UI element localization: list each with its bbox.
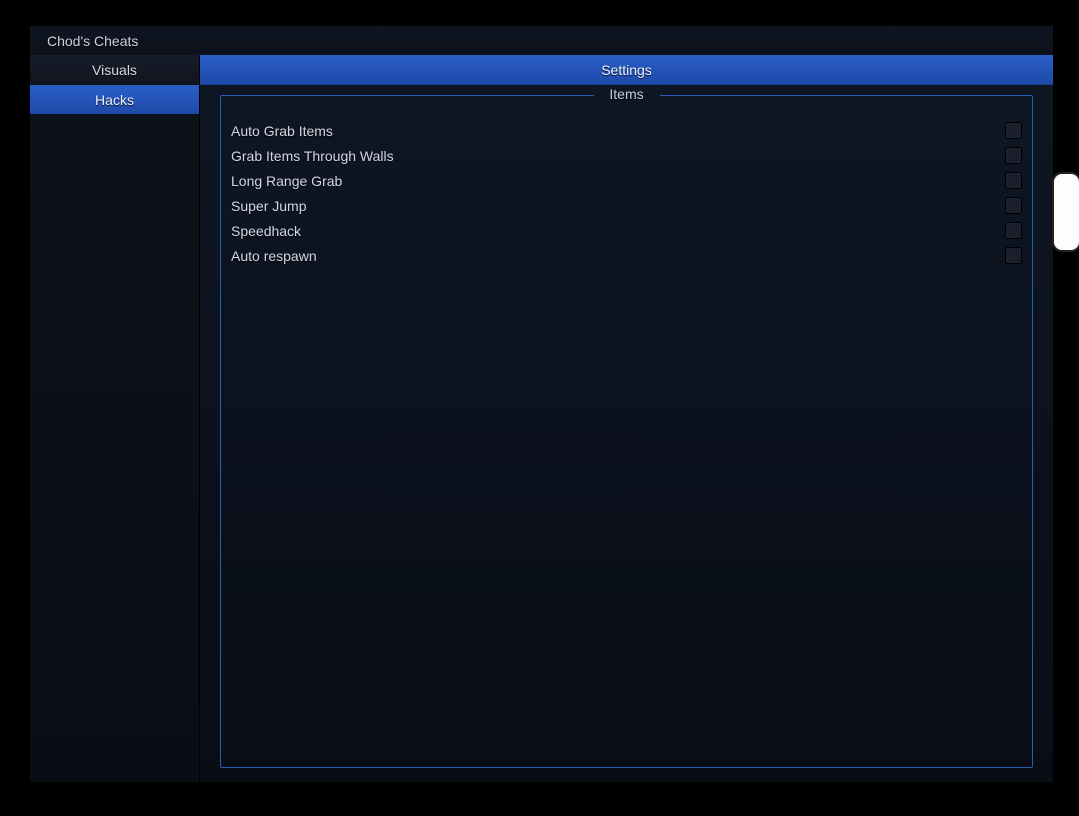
option-checkbox[interactable]: [1005, 247, 1022, 264]
option-checkbox[interactable]: [1005, 172, 1022, 189]
option-checkbox[interactable]: [1005, 197, 1022, 214]
sidebar-filler: [30, 114, 199, 782]
option-checkbox[interactable]: [1005, 147, 1022, 164]
panel-title: Settings: [601, 62, 652, 78]
option-row: Grab Items Through Walls: [231, 143, 1022, 168]
title-bar[interactable]: Chod's Cheats: [30, 26, 1053, 55]
option-checkbox[interactable]: [1005, 222, 1022, 239]
option-label: Auto Grab Items: [231, 123, 333, 139]
fieldset-legend-text: Items: [601, 86, 651, 102]
content-panel: Settings Items Auto Grab Items Grab Items…: [200, 55, 1053, 782]
options-list: Auto Grab Items Grab Items Through Walls L…: [231, 118, 1022, 268]
options-fieldset: Items Auto Grab ItemsGrab Items Through …: [220, 95, 1033, 768]
option-label: Grab Items Through Walls: [231, 148, 394, 164]
option-row: Auto Grab Items: [231, 118, 1022, 143]
option-label: Speedhack: [231, 223, 301, 239]
cheat-window: Chod's Cheats Visuals Hacks Settings Ite…: [30, 26, 1053, 782]
tab-label: Hacks: [95, 92, 134, 108]
option-row: Super Jump: [231, 193, 1022, 218]
sidebar: Visuals Hacks: [30, 55, 200, 782]
option-label: Long Range Grab: [231, 173, 342, 189]
tab-label: Visuals: [92, 62, 137, 78]
fieldset-legend: Items: [591, 86, 661, 102]
option-label: Auto respawn: [231, 248, 317, 264]
side-widget[interactable]: [1052, 172, 1079, 252]
option-label: Super Jump: [231, 198, 306, 214]
tab-visuals[interactable]: Visuals: [30, 55, 199, 85]
window-body: Visuals Hacks Settings Items Auto: [30, 55, 1053, 782]
option-checkbox[interactable]: [1005, 122, 1022, 139]
panel-title-bar: Settings: [200, 55, 1053, 85]
window-title: Chod's Cheats: [47, 33, 138, 49]
option-row: Auto respawn: [231, 243, 1022, 268]
option-row: Long Range Grab: [231, 168, 1022, 193]
option-row: Speedhack: [231, 218, 1022, 243]
content-body: Items Auto Grab Items Grab Items Through …: [200, 85, 1053, 782]
tab-hacks[interactable]: Hacks: [30, 85, 199, 114]
